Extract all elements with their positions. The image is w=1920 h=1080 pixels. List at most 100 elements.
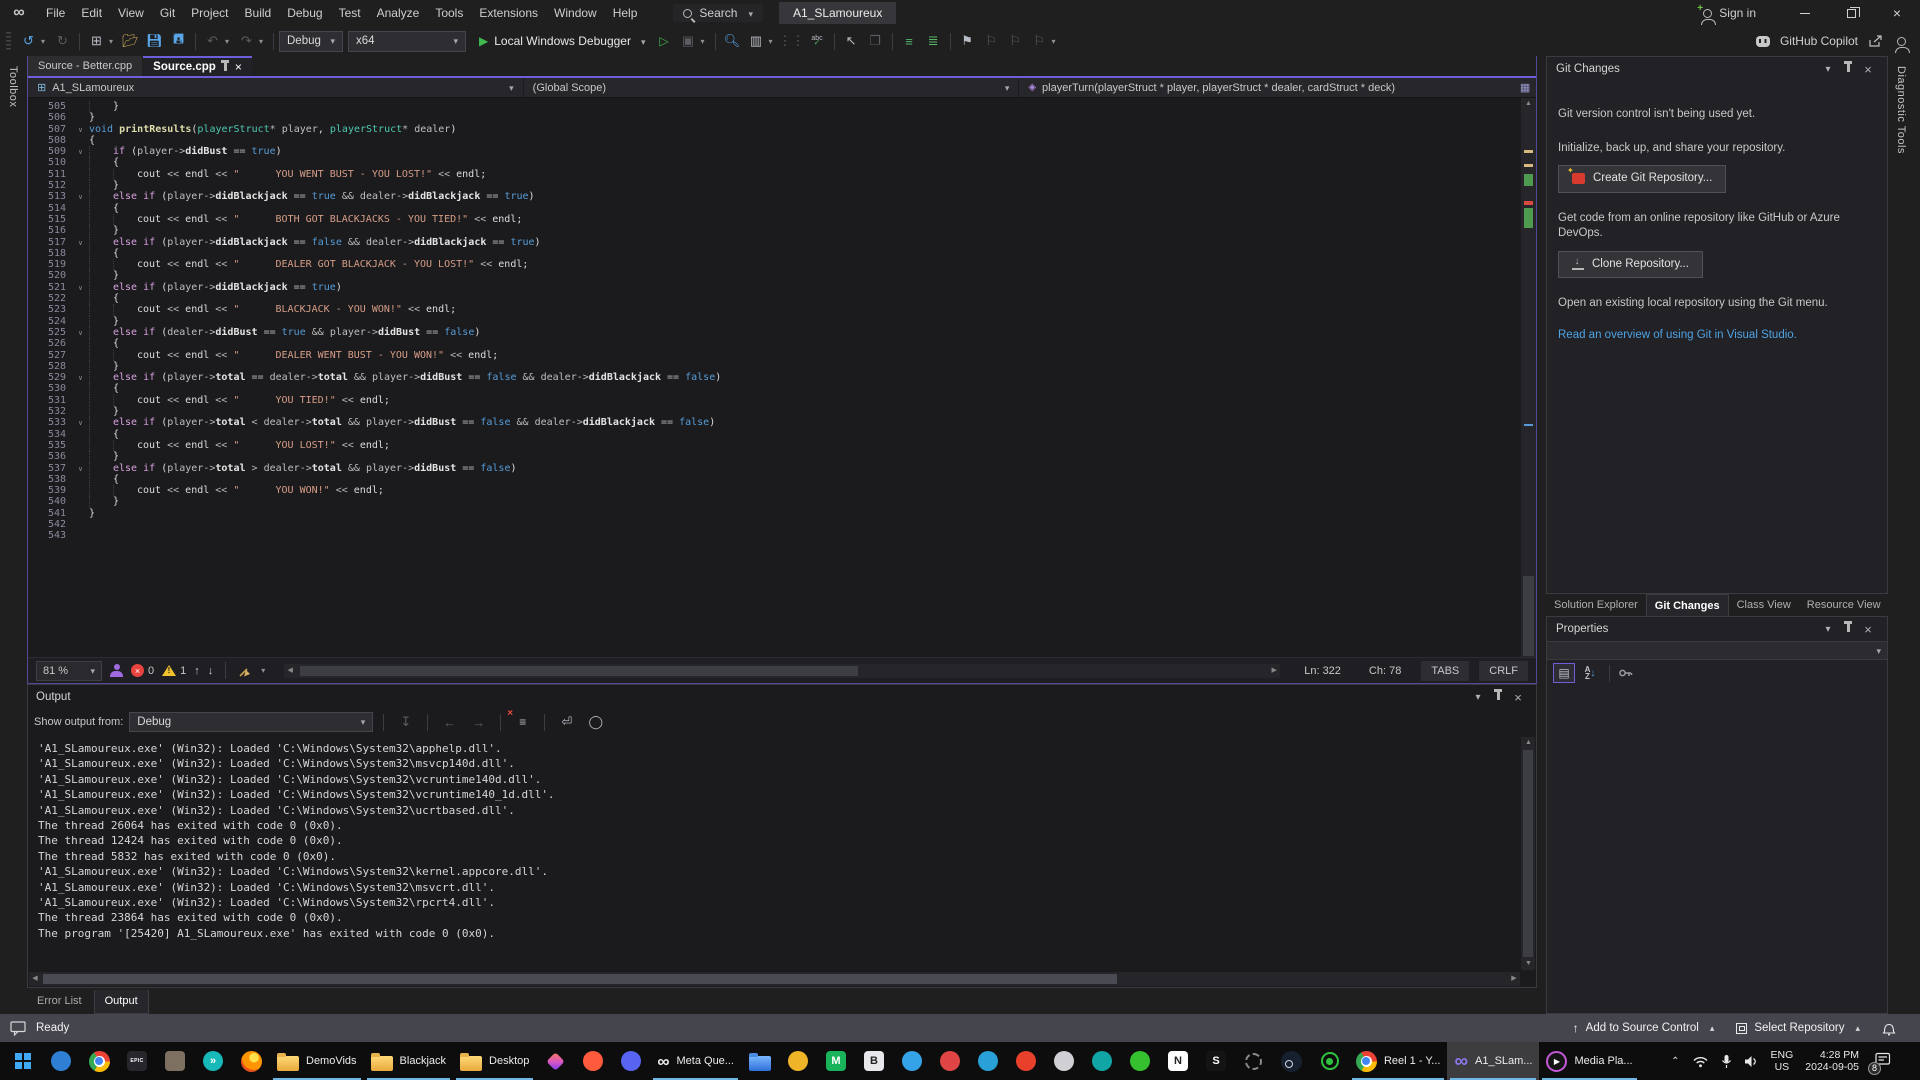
line-number[interactable]: 528 — [28, 361, 72, 372]
taskbar-b-app[interactable]: B — [855, 1042, 893, 1080]
document-tab-source-better-cpp[interactable]: Source - Better.cpp — [28, 56, 142, 76]
line-number[interactable]: 517 — [28, 237, 72, 248]
column-indicator[interactable]: Ch: 78 — [1359, 665, 1411, 677]
code-editor[interactable]: 505}506}507∨void printResults(playerStru… — [28, 98, 1521, 657]
pin-icon[interactable] — [1838, 64, 1858, 75]
copy-icon[interactable]: ❐ — [864, 30, 887, 52]
git-overview-link[interactable]: Read an overview of using Git in Visual … — [1558, 328, 1797, 344]
output-source-dropdown[interactable]: Debug — [129, 712, 373, 732]
line-number[interactable]: 531 — [28, 395, 72, 406]
add-to-source-control-button[interactable]: ↑ Add to Source Control — [1573, 1021, 1715, 1035]
window-position-icon[interactable]: ▾ — [1468, 692, 1488, 703]
line-number[interactable]: 520 — [28, 270, 72, 281]
taskbar-orange-app[interactable] — [574, 1042, 612, 1080]
taskbar-meta-quest[interactable]: ∞Meta Que... — [650, 1042, 741, 1080]
property-pages-icon[interactable] — [1618, 666, 1633, 680]
menu-build[interactable]: Build — [237, 0, 280, 26]
notifications-bell-icon[interactable] — [1882, 1021, 1896, 1036]
solution-platform-dropdown[interactable]: x64 — [348, 31, 466, 52]
menu-analyze[interactable]: Analyze — [369, 0, 428, 26]
close-icon[interactable]: × — [1858, 622, 1878, 637]
feedback-icon[interactable] — [10, 1021, 27, 1036]
taskbar-windows-start[interactable] — [4, 1042, 42, 1080]
word-wrap-icon[interactable]: ⏎ — [555, 711, 578, 733]
menu-window[interactable]: Window — [546, 0, 605, 26]
scrollbar-thumb[interactable] — [1523, 750, 1533, 957]
scroll-up-icon[interactable]: ▲ — [1521, 98, 1536, 110]
taskbar-explorer-blackjack[interactable]: Blackjack — [364, 1042, 453, 1080]
taskbar-yellow-app[interactable] — [779, 1042, 817, 1080]
document-tab-source-cpp[interactable]: Source.cpp× — [143, 56, 252, 76]
volume-icon[interactable] — [1744, 1055, 1759, 1068]
line-number[interactable]: 518 — [28, 248, 72, 259]
save-icon[interactable]: 💾︎ — [143, 30, 166, 52]
scroll-left-icon[interactable]: ◀ — [29, 972, 41, 986]
clone-repository-button[interactable]: Clone Repository... — [1558, 251, 1703, 279]
line-number[interactable]: 541 — [28, 508, 72, 519]
bookmark-icon[interactable]: ⚑ — [956, 30, 979, 52]
line-number[interactable]: 533 — [28, 417, 72, 428]
line-number[interactable]: 507 — [28, 124, 72, 135]
scrollbar-thumb[interactable] — [43, 974, 1117, 984]
scroll-down-icon[interactable]: ▼ — [1521, 958, 1536, 970]
line-number[interactable]: 527 — [28, 350, 72, 361]
wifi-icon[interactable] — [1692, 1055, 1709, 1068]
find-in-files-icon[interactable]: 🔍︎ — [721, 30, 744, 52]
taskbar-explorer-desktop[interactable]: Desktop — [453, 1042, 536, 1080]
line-number[interactable]: 512 — [28, 180, 72, 191]
close-button[interactable]: × — [1874, 0, 1920, 26]
line-number[interactable]: 525 — [28, 327, 72, 338]
undo-icon[interactable]: ↶ — [201, 30, 224, 52]
menu-tools[interactable]: Tools — [427, 0, 471, 26]
line-number[interactable]: 509 — [28, 146, 72, 157]
line-indicator[interactable]: Ln: 322 — [1294, 665, 1351, 677]
fold-indicator[interactable]: ∨ — [72, 192, 89, 203]
taskbar-blue-round-app[interactable] — [893, 1042, 931, 1080]
line-number[interactable]: 510 — [28, 157, 72, 168]
next-issue-icon[interactable]: ↓ — [208, 665, 214, 677]
select-cursor-icon[interactable]: ↖ — [840, 30, 863, 52]
taskbar-telegram-app[interactable] — [969, 1042, 1007, 1080]
eol-indicator[interactable]: CRLF — [1479, 661, 1528, 681]
minimize-button[interactable] — [1782, 0, 1828, 26]
output-text[interactable]: 'A1_SLamoureux.exe' (Win32): Loaded 'C:\… — [28, 737, 1520, 971]
error-count[interactable]: × 0 — [131, 664, 154, 677]
line-number[interactable]: 516 — [28, 225, 72, 236]
scroll-up-icon[interactable]: ▲ — [1521, 737, 1536, 749]
close-icon[interactable]: × — [1858, 62, 1878, 77]
line-number[interactable]: 537 — [28, 463, 72, 474]
github-copilot-icon[interactable] — [1756, 36, 1770, 47]
taskbar-epic-games[interactable]: EPIC — [118, 1042, 156, 1080]
menu-view[interactable]: View — [110, 0, 152, 26]
line-number[interactable]: 532 — [28, 406, 72, 417]
taskbar-teal-app[interactable] — [1083, 1042, 1121, 1080]
menu-edit[interactable]: Edit — [73, 0, 110, 26]
scrollbar-thumb[interactable] — [300, 666, 858, 676]
clear-bookmarks-icon[interactable]: ⚐ — [1028, 30, 1051, 52]
taskbar-firefox[interactable] — [232, 1042, 270, 1080]
line-number[interactable]: 542 — [28, 519, 72, 530]
taskbar-gray-app[interactable] — [1045, 1042, 1083, 1080]
window-position-icon[interactable]: ▾ — [1818, 64, 1838, 75]
redo-icon[interactable]: ↷ — [235, 30, 258, 52]
timestamp-icon[interactable]: ◯ — [584, 711, 607, 733]
alphabetical-sort-icon[interactable]: AZ↓ — [1579, 663, 1601, 683]
output-horizontal-scrollbar[interactable]: ◀ ▶ — [29, 972, 1520, 986]
taskbar-medal-app[interactable]: » — [194, 1042, 232, 1080]
taskbar-steam[interactable] — [1273, 1042, 1311, 1080]
project-dropdown[interactable]: ⊞ A1_SLamoureux — [28, 78, 524, 97]
menu-project[interactable]: Project — [183, 0, 236, 26]
line-number[interactable]: 508 — [28, 135, 72, 146]
taskbar-loading-spinner[interactable] — [1235, 1042, 1273, 1080]
output-vertical-scrollbar[interactable]: ▲ ▼ — [1521, 737, 1535, 970]
taskbar-media-player[interactable]: ▶Media Pla... — [1539, 1042, 1639, 1080]
menu-help[interactable]: Help — [605, 0, 646, 26]
taskbar-explorer-demovids[interactable]: DemoVids — [270, 1042, 364, 1080]
line-number[interactable]: 511 — [28, 169, 72, 180]
open-share-icon[interactable] — [1868, 35, 1883, 48]
window-layout-icon[interactable]: ▥ — [745, 30, 768, 52]
line-number[interactable]: 543 — [28, 530, 72, 541]
close-tab-icon[interactable]: × — [235, 60, 242, 74]
line-number[interactable]: 522 — [28, 293, 72, 304]
indent-mode-indicator[interactable]: TABS — [1421, 661, 1469, 681]
